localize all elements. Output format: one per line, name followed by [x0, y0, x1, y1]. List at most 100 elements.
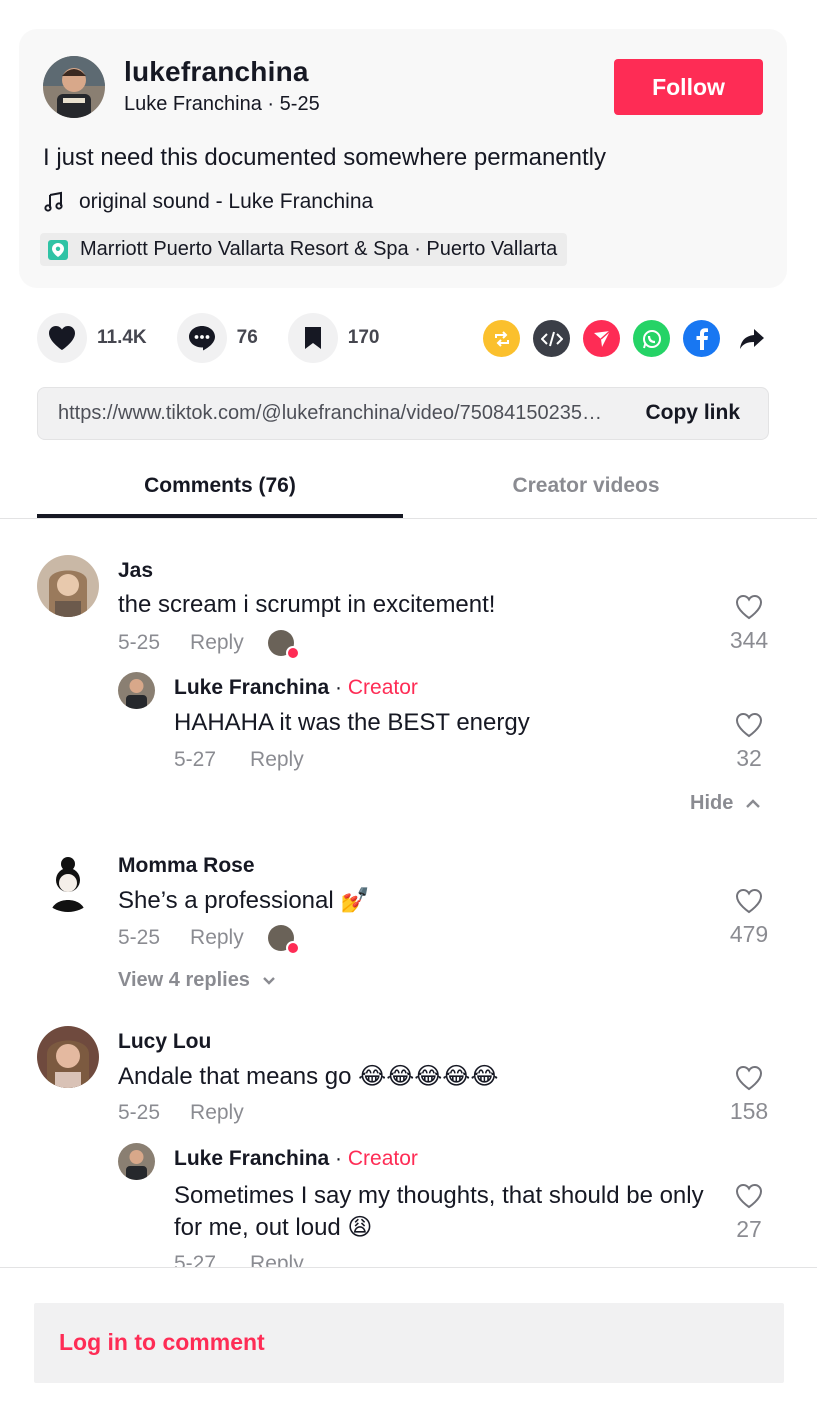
heart-outline-icon[interactable]	[735, 888, 763, 914]
bookmark-icon[interactable]	[287, 313, 338, 363]
chevron-down-icon	[263, 976, 275, 985]
location-label: Marriott Puerto Vallarta Resort & Spa · …	[80, 238, 558, 260]
comment-author[interactable]: Jas	[118, 559, 153, 583]
creator-liked-badge	[267, 630, 300, 660]
avatar[interactable]	[37, 555, 99, 617]
comment-like[interactable]: 158	[719, 1065, 779, 1125]
comment-author[interactable]: Momma Rose	[118, 854, 255, 878]
creator-badge: Creator	[347, 676, 418, 699]
comment-text: Andale that means go 😂😂😂😂😂	[118, 1063, 499, 1090]
comment-text: the scream i scrumpt in excitement!	[118, 591, 496, 618]
comment-list[interactable]: Jas the scream i scrumpt in excitement! …	[0, 519, 817, 1267]
reply-button[interactable]: Reply	[190, 1101, 244, 1125]
reply-like[interactable]: 27	[719, 1183, 779, 1243]
hide-replies-button[interactable]: Hide	[690, 792, 761, 815]
comment-meta: 5-25 Reply	[118, 1101, 244, 1125]
follow-button[interactable]: Follow	[614, 59, 763, 115]
comment-item: Lucy Lou Andale that means go 😂😂😂😂😂 5-25…	[0, 999, 817, 1267]
heart-outline-icon[interactable]	[735, 712, 763, 738]
heart-icon	[285, 646, 300, 660]
reply-meta: 5-27 Reply	[174, 1252, 304, 1267]
comment-bubble-icon[interactable]	[176, 313, 227, 363]
comment-input-bar: Log in to comment	[0, 1267, 817, 1404]
send-icon[interactable]	[583, 320, 620, 357]
comment-like[interactable]: 479	[719, 888, 779, 948]
like-count: 11.4K	[97, 327, 147, 348]
author-avatar[interactable]	[43, 56, 105, 118]
post-card: lukefranchina Luke Franchina · 5-25 Foll…	[19, 29, 787, 288]
creator-badge: Creator	[347, 1147, 418, 1170]
save-count: 170	[347, 327, 380, 348]
copy-link-button[interactable]: Copy link	[645, 401, 740, 425]
avatar[interactable]	[118, 672, 155, 709]
reply-button[interactable]: Reply	[250, 1252, 304, 1267]
avatar[interactable]	[37, 1026, 99, 1088]
reply-author: Luke Franchina · Creator	[174, 1147, 418, 1170]
save-stat[interactable]: 170	[287, 313, 380, 363]
tab-creator-videos[interactable]: Creator videos	[403, 474, 769, 498]
heart-icon[interactable]	[37, 313, 87, 363]
avatar[interactable]	[37, 850, 99, 912]
chevron-up-icon	[746, 798, 761, 808]
comment-like[interactable]: 344	[719, 594, 779, 654]
post-caption: I just need this documented somewhere pe…	[43, 144, 606, 171]
comment-text: She’s a professional 💅	[118, 887, 371, 914]
creator-liked-badge	[267, 925, 300, 955]
heart-outline-icon[interactable]	[735, 594, 763, 620]
like-count: 32	[736, 745, 762, 771]
view-replies-button[interactable]: View 4 replies	[118, 969, 276, 992]
comment-meta: 5-25 Reply	[118, 925, 300, 955]
comment-stat[interactable]: 76	[176, 313, 258, 363]
reply-author: Luke Franchina · Creator	[174, 676, 418, 699]
tab-active-indicator	[37, 514, 403, 518]
music-note-icon	[43, 191, 65, 213]
engagement-bar: 11.4K 76 170	[37, 313, 410, 363]
comment-author[interactable]: Lucy Lou	[118, 1030, 211, 1054]
heart-outline-icon[interactable]	[735, 1183, 763, 1209]
reply-button[interactable]: Reply	[190, 926, 244, 950]
author-display-name[interactable]: Luke Franchina	[124, 93, 262, 115]
comment-date: 5-25	[118, 1101, 161, 1124]
reply-meta: 5-27 Reply	[174, 748, 304, 772]
like-stat[interactable]: 11.4K	[37, 313, 147, 363]
share-icons	[483, 320, 783, 357]
author-subline: Luke Franchina · 5-25	[124, 93, 320, 115]
reply-text: Sometimes I say my thoughts, that should…	[174, 1182, 704, 1241]
reply-like[interactable]: 32	[719, 712, 779, 772]
tab-comments[interactable]: Comments (76)	[37, 474, 403, 498]
reply-text: HAHAHA it was the BEST energy	[174, 709, 530, 736]
login-to-comment-button[interactable]: Log in to comment	[34, 1303, 784, 1383]
reply-author-name[interactable]: Luke Franchina	[174, 1147, 329, 1170]
heart-outline-icon[interactable]	[735, 1065, 763, 1091]
reply-button[interactable]: Reply	[250, 748, 304, 772]
reply-author-name[interactable]: Luke Franchina	[174, 676, 329, 699]
repost-icon[interactable]	[483, 320, 520, 357]
location-pin-icon	[48, 239, 68, 260]
heart-icon	[285, 941, 300, 955]
location-pill[interactable]: Marriott Puerto Vallarta Resort & Spa · …	[40, 233, 568, 266]
comment-item: Jas the scream i scrumpt in excitement! …	[0, 519, 817, 819]
reply-date: 5-27	[174, 1252, 217, 1267]
tab-bar: Comments (76) Creator videos	[0, 456, 817, 519]
embed-icon[interactable]	[533, 320, 570, 357]
comment-meta: 5-25 Reply	[118, 630, 300, 660]
sound-label: original sound - Luke Franchina	[79, 190, 374, 213]
sound-link[interactable]: original sound - Luke Franchina	[43, 190, 373, 214]
share-link-box: https://www.tiktok.com/@lukefranchina/vi…	[37, 387, 769, 440]
reply-date: 5-27	[174, 748, 217, 771]
post-date: 5-25	[279, 93, 320, 115]
whatsapp-icon[interactable]	[633, 320, 670, 357]
author-username[interactable]: lukefranchina	[124, 56, 309, 88]
like-count: 344	[729, 627, 769, 653]
share-url[interactable]: https://www.tiktok.com/@lukefranchina/vi…	[58, 402, 613, 425]
comment-item: Momma Rose She’s a professional 💅 5-25 R…	[0, 819, 817, 999]
facebook-icon[interactable]	[683, 320, 720, 357]
avatar[interactable]	[118, 1143, 155, 1180]
like-count: 479	[729, 921, 769, 947]
comment-date: 5-25	[118, 631, 161, 654]
share-arrow-icon[interactable]	[733, 320, 770, 357]
like-count: 158	[729, 1098, 769, 1124]
reply-button[interactable]: Reply	[190, 631, 244, 655]
comment-count: 76	[236, 327, 258, 348]
like-count: 27	[736, 1216, 762, 1242]
